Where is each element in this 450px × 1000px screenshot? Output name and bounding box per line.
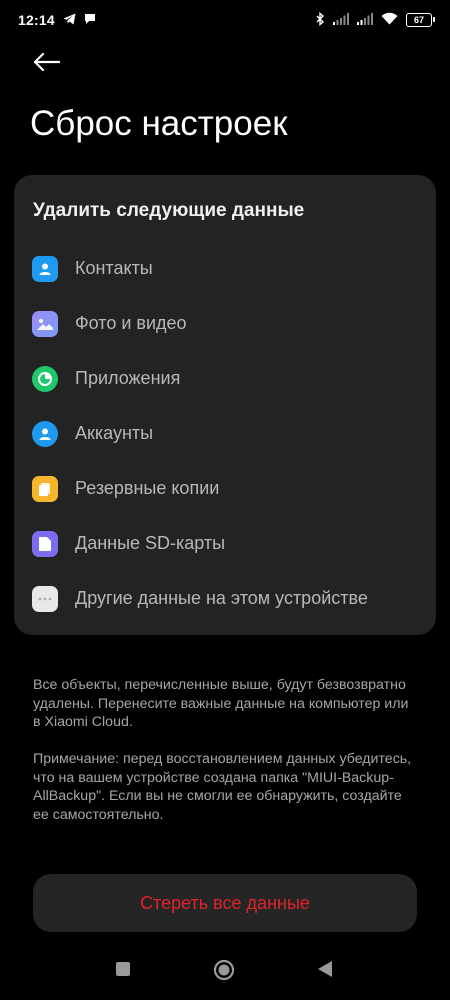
factory-reset-screen: 12:14 67 Сброс настроек Удалить следующи… (0, 0, 450, 1000)
accounts-icon (32, 420, 58, 447)
gallery-icon (32, 310, 58, 337)
list-item-gallery: Фото и видео (14, 296, 436, 351)
status-bar: 12:14 67 (0, 0, 450, 40)
status-right: 67 (316, 11, 435, 29)
data-to-delete-card: Удалить следующие данные Контакты Фото и… (14, 175, 436, 635)
nav-back-button[interactable] (316, 960, 334, 983)
contacts-icon (32, 255, 58, 282)
signal-icon (333, 12, 349, 28)
telegram-icon (63, 12, 76, 28)
arrow-left-icon (32, 52, 61, 77)
home-button[interactable] (213, 959, 235, 986)
list-item-backup: Резервные копии (14, 461, 436, 516)
remark-text: Примечание: перед восстановлением данных… (33, 751, 412, 823)
battery-icon: 67 (406, 13, 435, 27)
list-item-label: Контакты (75, 258, 153, 278)
list-item-accounts: Аккаунты (14, 406, 436, 461)
page-title: Сброс настроек (30, 104, 288, 143)
more-icon (32, 585, 58, 612)
recents-button[interactable] (114, 961, 132, 982)
list-item-apps: Приложения (14, 351, 436, 406)
list-item-label: Другие данные на этом устройстве (75, 588, 368, 608)
navigation-bar (0, 950, 450, 996)
signal-icon (357, 12, 373, 28)
erase-all-data-button[interactable]: Стереть все данные (33, 874, 417, 932)
circle-icon (213, 959, 235, 986)
wifi-icon (381, 12, 398, 28)
triangle-back-icon (317, 960, 333, 983)
warning-text: Все объекты, перечисленные выше, будут б… (33, 677, 409, 730)
list-item-label: Аккаунты (75, 423, 154, 443)
status-time: 12:14 (18, 12, 55, 28)
list-item-other-data: Другие данные на этом устройстве (14, 571, 436, 626)
status-left: 12:14 (18, 12, 96, 28)
sd-card-icon (32, 530, 58, 557)
back-button[interactable] (30, 50, 62, 78)
message-icon (84, 12, 96, 28)
list-item-label: Данные SD-карты (75, 533, 226, 553)
backup-icon (32, 475, 58, 502)
list-item-label: Фото и видео (75, 313, 187, 333)
list-item-label: Приложения (75, 368, 181, 388)
data-list: Контакты Фото и видео Приложения Аккаунт… (14, 241, 436, 626)
apps-icon (32, 365, 58, 392)
list-item-label: Резервные копии (75, 478, 220, 498)
list-item-sd-card: Данные SD-карты (14, 516, 436, 571)
list-item-contacts: Контакты (14, 241, 436, 296)
square-icon (115, 961, 131, 982)
card-title: Удалить следующие данные (33, 200, 305, 221)
bluetooth-icon (316, 11, 325, 29)
